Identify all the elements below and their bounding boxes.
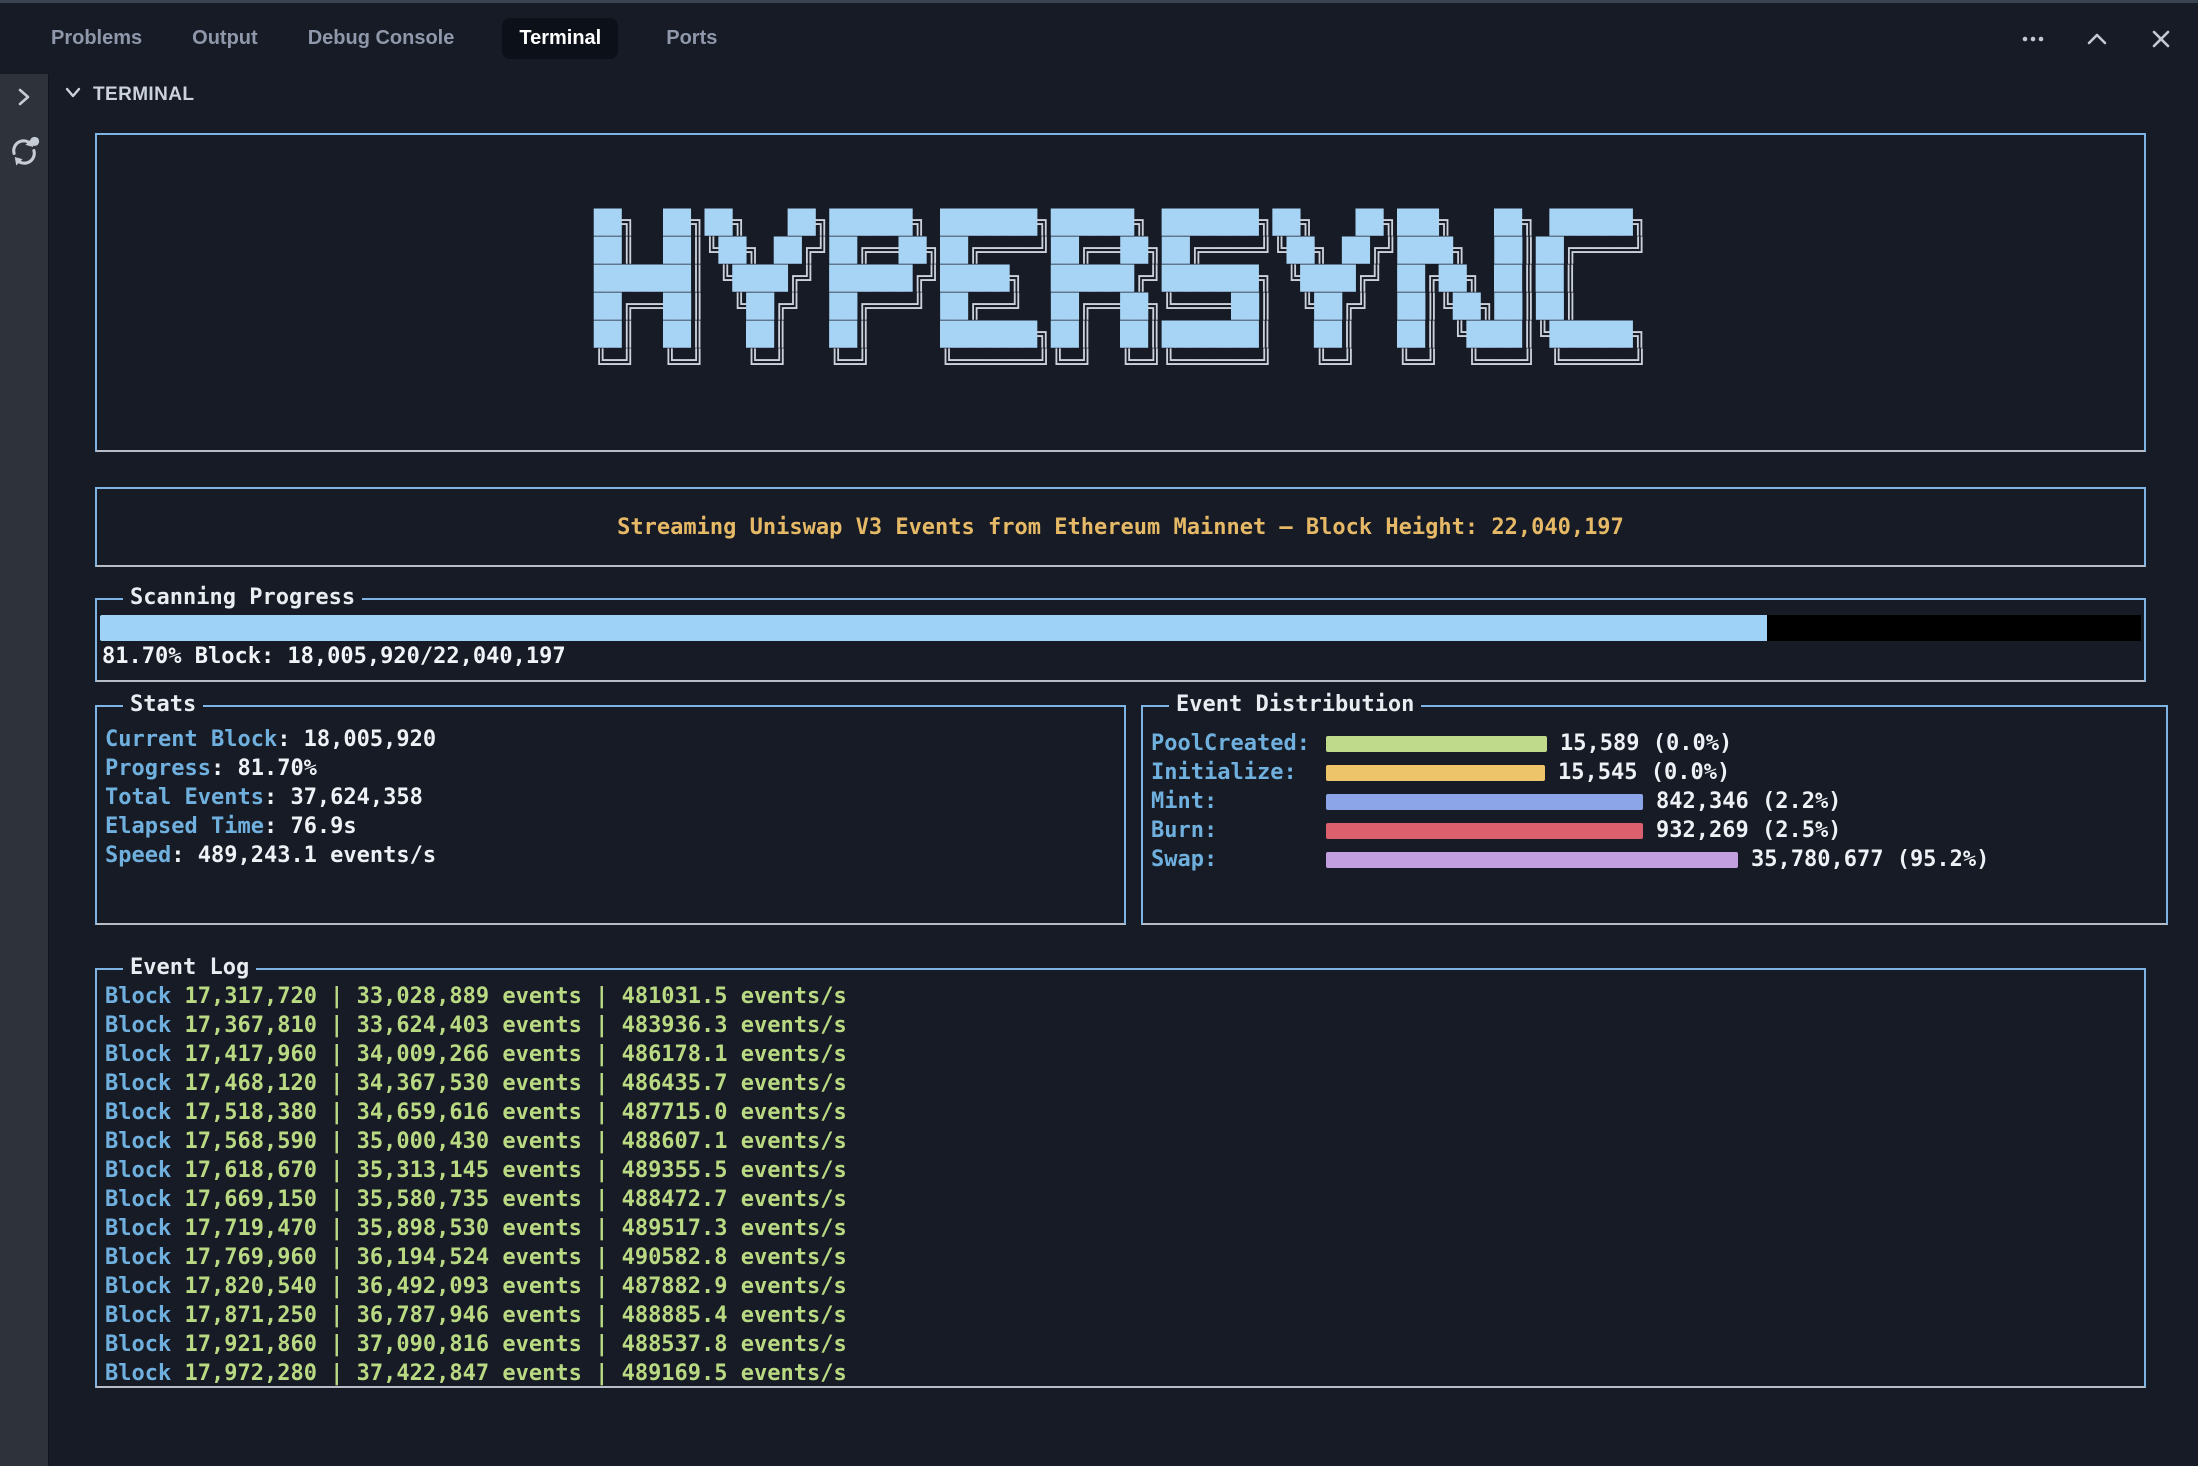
- progress-bar: [100, 615, 2141, 641]
- distribution-rows: PoolCreated:15,589 (0.0%)Initialize:15,5…: [1151, 729, 2166, 874]
- stat-row: Progress: 81.70%: [105, 754, 1124, 783]
- distribution-row: Mint:842,346 (2.2%): [1151, 787, 2166, 816]
- log-row: Block 17,972,280 | 37,422,847 events | 4…: [105, 1359, 2144, 1388]
- distribution-bar: [1326, 765, 1545, 781]
- scanning-progress-box: Scanning Progress 81.70% Block: 18,005,9…: [95, 598, 2146, 682]
- event-log-box: Event Log Block 17,317,720 | 33,028,889 …: [95, 968, 2146, 1388]
- panel-body: TERMINAL ██╗ ██╗██╗ ██╗██████╗ ███████╗█…: [0, 74, 2198, 1466]
- distribution-row: PoolCreated:15,589 (0.0%): [1151, 729, 2166, 758]
- stats-title: Stats: [123, 692, 203, 718]
- chevron-down-icon: [63, 82, 83, 107]
- progress-bar-fill: [100, 615, 1767, 641]
- subtitle-box: Streaming Uniswap V3 Events from Ethereu…: [95, 487, 2146, 567]
- log-row: Block 17,669,150 | 35,580,735 events | 4…: [105, 1185, 2144, 1214]
- distribution-bar: [1326, 852, 1738, 868]
- log-row: Block 17,417,960 | 34,009,266 events | 4…: [105, 1040, 2144, 1069]
- stat-row: Total Events: 37,624,358: [105, 783, 1124, 812]
- stats-rows: Current Block: 18,005,920Progress: 81.70…: [105, 725, 1124, 870]
- panel-tab-bar: Problems Output Debug Console Terminal Ports: [0, 3, 2198, 74]
- expand-chevron-icon[interactable]: [13, 86, 35, 113]
- log-row: Block 17,568,590 | 35,000,430 events | 4…: [105, 1127, 2144, 1156]
- terminal-side-strip: [0, 74, 49, 1466]
- distribution-row: Burn:932,269 (2.5%): [1151, 816, 2166, 845]
- tab-output[interactable]: Output: [190, 18, 260, 59]
- log-row: Block 17,618,670 | 35,313,145 events | 4…: [105, 1156, 2144, 1185]
- terminal-header[interactable]: TERMINAL: [63, 82, 194, 107]
- stream-subtitle: Streaming Uniswap V3 Events from Ethereu…: [617, 515, 1624, 540]
- stat-row: Elapsed Time: 76.9s: [105, 812, 1124, 841]
- event-distribution-box: Event Distribution PoolCreated:15,589 (0…: [1141, 705, 2168, 925]
- stat-row: Current Block: 18,005,920: [105, 725, 1124, 754]
- distribution-bar: [1326, 736, 1547, 752]
- tab-terminal[interactable]: Terminal: [502, 18, 618, 59]
- more-actions-icon[interactable]: [2020, 26, 2046, 52]
- log-row: Block 17,518,380 | 34,659,616 events | 4…: [105, 1098, 2144, 1127]
- event-log-title: Event Log: [123, 955, 256, 981]
- panel-controls: [2020, 3, 2174, 74]
- distribution-row: Initialize:15,545 (0.0%): [1151, 758, 2166, 787]
- sync-icon[interactable]: [7, 135, 41, 174]
- log-row: Block 17,871,250 | 36,787,946 events | 4…: [105, 1301, 2144, 1330]
- log-rows: Block 17,317,720 | 33,028,889 events | 4…: [105, 982, 2144, 1388]
- terminal-viewport[interactable]: TERMINAL ██╗ ██╗██╗ ██╗██████╗ ███████╗█…: [49, 74, 2198, 1466]
- tab-ports[interactable]: Ports: [664, 18, 719, 59]
- log-row: Block 17,317,720 | 33,028,889 events | 4…: [105, 982, 2144, 1011]
- log-row: Block 17,367,810 | 33,624,403 events | 4…: [105, 1011, 2144, 1040]
- tab-debug-console[interactable]: Debug Console: [306, 18, 457, 59]
- log-row: Block 17,769,960 | 36,194,524 events | 4…: [105, 1243, 2144, 1272]
- log-row: Block 17,719,470 | 35,898,530 events | 4…: [105, 1214, 2144, 1243]
- log-row: Block 17,468,120 | 34,367,530 events | 4…: [105, 1069, 2144, 1098]
- tab-problems[interactable]: Problems: [49, 18, 144, 59]
- stats-box: Stats Current Block: 18,005,920Progress:…: [95, 705, 1126, 925]
- banner-box: ██╗ ██╗██╗ ██╗██████╗ ███████╗██████╗ ██…: [95, 133, 2146, 452]
- terminal-header-label: TERMINAL: [93, 84, 194, 106]
- event-distribution-title: Event Distribution: [1169, 692, 1421, 718]
- distribution-row: Swap:35,780,677 (95.2%): [1151, 845, 2166, 874]
- scanning-progress-title: Scanning Progress: [123, 585, 362, 611]
- log-row: Block 17,820,540 | 36,492,093 events | 4…: [105, 1272, 2144, 1301]
- distribution-bar: [1326, 794, 1643, 810]
- maximize-panel-icon[interactable]: [2084, 26, 2110, 52]
- log-row: Block 17,921,860 | 37,090,816 events | 4…: [105, 1330, 2144, 1359]
- close-panel-icon[interactable]: [2148, 26, 2174, 52]
- distribution-bar: [1326, 823, 1643, 839]
- hypersync-banner: ██╗ ██╗██╗ ██╗██████╗ ███████╗██████╗ ██…: [594, 209, 1647, 377]
- progress-status: 81.70% Block: 18,005,920/22,040,197: [100, 641, 2141, 672]
- stat-row: Speed: 489,243.1 events/s: [105, 841, 1124, 870]
